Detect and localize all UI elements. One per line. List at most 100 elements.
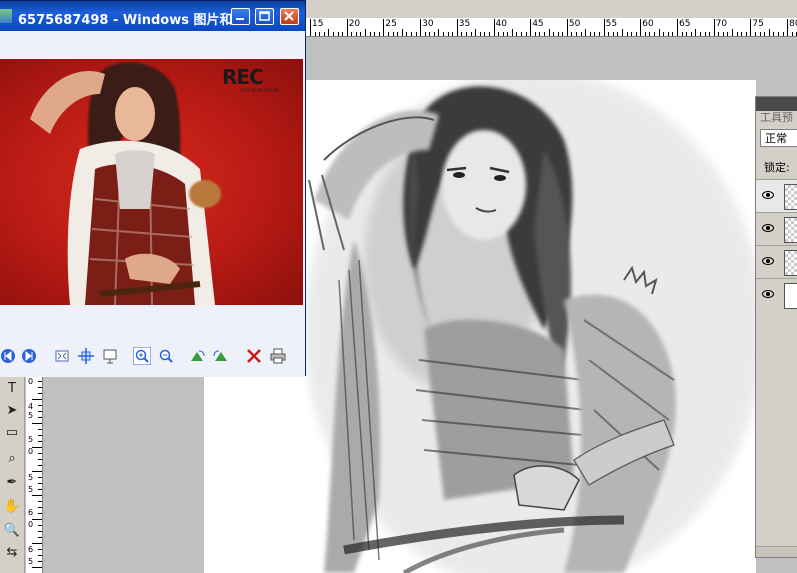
- ruler-minor-tick: [732, 29, 734, 36]
- ruler-minor-tick: [741, 32, 743, 36]
- actual-size-icon[interactable]: [77, 347, 95, 365]
- eye-icon[interactable]: [762, 256, 774, 266]
- ruler-minor-tick: [736, 32, 738, 36]
- best-fit-icon[interactable]: [53, 347, 71, 365]
- ruler-minor-tick: [580, 32, 582, 36]
- viewer-toolbar: [0, 343, 303, 371]
- delete-icon[interactable]: [245, 347, 263, 365]
- ruler-minor-tick: [465, 32, 467, 36]
- ruler-label: 20: [348, 19, 361, 29]
- ruler-minor-tick: [369, 32, 371, 36]
- eyedropper-tool-icon[interactable]: ✒: [2, 473, 22, 493]
- ruler-minor-tick: [38, 417, 42, 418]
- ruler-minor-tick: [38, 507, 42, 508]
- ruler-minor-tick: [360, 32, 362, 36]
- swap-colors-icon[interactable]: ⇆: [2, 543, 22, 563]
- ruler-label: 5: [28, 473, 34, 482]
- ruler-label: 25: [385, 19, 397, 29]
- ruler-minor-tick: [32, 567, 42, 568]
- layer-row[interactable]: [756, 245, 797, 278]
- layer-row[interactable]: [756, 179, 797, 212]
- ruler-label: 50: [568, 19, 581, 29]
- ruler-minor-tick: [658, 29, 660, 36]
- ruler-minor-tick: [38, 465, 42, 466]
- layer-thumbnail: [784, 184, 797, 210]
- app-icon: [0, 9, 12, 23]
- layer-row[interactable]: [756, 278, 797, 311]
- ruler-minor-tick: [38, 549, 42, 550]
- magnify-tool-icon[interactable]: 🔍: [2, 521, 22, 541]
- hand-tool-icon[interactable]: ✋: [2, 497, 22, 517]
- layer-row[interactable]: [756, 212, 797, 245]
- previous-icon[interactable]: [0, 347, 18, 365]
- next-icon[interactable]: [20, 347, 38, 365]
- ruler-minor-tick: [576, 32, 578, 36]
- ruler-label: 35: [458, 19, 471, 29]
- eye-icon[interactable]: [762, 289, 774, 299]
- ruler-major-tick: [677, 19, 678, 36]
- ruler-major-tick: [420, 19, 422, 36]
- zoom-tool-icon[interactable]: ⌕: [2, 449, 22, 469]
- rectangle-tool-icon[interactable]: ▭: [2, 423, 22, 443]
- ruler-minor-tick: [38, 405, 42, 406]
- ruler-minor-tick: [38, 441, 42, 442]
- ruler-major-tick: [383, 19, 385, 36]
- zoom-in-icon[interactable]: [133, 347, 151, 365]
- rotate-clockwise-icon[interactable]: [189, 347, 207, 365]
- zoom-out-icon[interactable]: [157, 347, 175, 365]
- ruler-label: 80: [789, 19, 797, 29]
- ruler-minor-tick: [548, 29, 550, 36]
- ruler-major-tick: [640, 19, 642, 36]
- ruler-minor-tick: [38, 537, 42, 538]
- ruler-minor-tick: [507, 32, 509, 36]
- ruler-label: 0: [28, 377, 34, 386]
- ruler-minor-tick: [429, 32, 431, 36]
- window-title-bar[interactable]: 6575687498 - Windows 图片和…: [0, 1, 305, 31]
- ruler-minor-tick: [722, 32, 724, 36]
- ruler-label: 6: [28, 508, 34, 517]
- photo-subject-image: [30, 62, 221, 305]
- ruler-minor-tick: [571, 32, 573, 36]
- print-icon[interactable]: [269, 347, 287, 365]
- ruler-minor-tick: [631, 32, 633, 36]
- ruler-minor-tick: [562, 32, 564, 36]
- ruler-minor-tick: [424, 32, 426, 36]
- ruler-minor-tick: [754, 32, 756, 36]
- ruler-minor-tick: [695, 29, 697, 36]
- ruler-minor-tick: [621, 29, 623, 36]
- slideshow-icon[interactable]: [101, 347, 119, 365]
- ruler-minor-tick: [589, 32, 591, 36]
- ruler-minor-tick: [38, 459, 42, 460]
- ruler-minor-tick: [488, 32, 490, 36]
- ruler-major-tick: [750, 19, 752, 36]
- ruler-minor-tick: [699, 32, 701, 36]
- minimize-button[interactable]: [231, 8, 250, 25]
- eye-icon[interactable]: [762, 223, 774, 233]
- ruler-minor-tick: [38, 555, 42, 556]
- ruler-label: 75: [752, 19, 764, 29]
- ruler-minor-tick: [672, 32, 674, 36]
- blend-mode-select[interactable]: 正常: [760, 129, 797, 147]
- ruler-minor-tick: [38, 477, 42, 478]
- path-selection-tool-icon[interactable]: ➤: [2, 401, 22, 421]
- ruler-minor-tick: [319, 32, 321, 36]
- ruler-minor-tick: [745, 32, 747, 36]
- ruler-minor-tick: [644, 32, 646, 36]
- rotate-counterclockwise-icon[interactable]: [211, 347, 229, 365]
- ruler-major-tick: [530, 19, 532, 36]
- ruler-label: 55: [605, 19, 618, 29]
- close-button[interactable]: [280, 8, 299, 25]
- eye-icon[interactable]: [762, 190, 774, 200]
- ruler-minor-tick: [32, 423, 42, 424]
- ruler-minor-tick: [663, 32, 665, 36]
- layers-panel-tab[interactable]: 工具预: [760, 109, 793, 125]
- ruler-minor-tick: [709, 32, 711, 36]
- ruler-minor-tick: [387, 32, 389, 36]
- ruler-major-tick: [493, 19, 495, 36]
- ruler-minor-tick: [612, 32, 614, 36]
- maximize-button[interactable]: [255, 8, 274, 25]
- ruler-minor-tick: [378, 32, 380, 36]
- ruler-minor-tick: [516, 32, 518, 36]
- ruler-minor-tick: [791, 32, 793, 36]
- type-tool-icon[interactable]: T: [2, 379, 22, 399]
